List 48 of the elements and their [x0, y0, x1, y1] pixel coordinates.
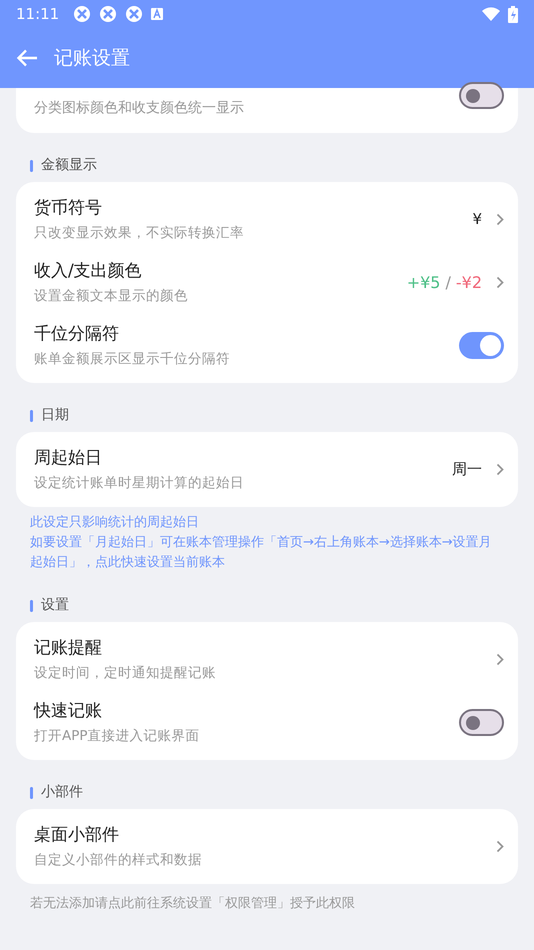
separator-text: / — [445, 272, 451, 294]
toggle-switch[interactable] — [459, 82, 504, 109]
setting-title: 桌面小部件 — [34, 824, 120, 846]
footer-note: 若无法添加请点此前往系统设置「权限管理」授予此权限 — [29, 895, 356, 913]
setting-title: 周起始日 — [34, 447, 103, 469]
setting-description: 设置金额文本显示的颜色 — [34, 287, 189, 305]
info-note: 此设定只影响统计的周起始日 — [30, 514, 200, 532]
setting-description: 设定统计账单时星期计算的起始日 — [34, 474, 245, 492]
page-title: 记账设置 — [54, 46, 130, 71]
setting-description: 自定义小部件的样式和数据 — [34, 851, 203, 869]
app-notification-icon — [73, 5, 92, 23]
setting-title: 千位分隔符 — [34, 323, 120, 345]
setting-description: 打开APP直接进入记账界面 — [34, 727, 201, 745]
app-notification-icon — [99, 5, 118, 23]
section-title: 小部件 — [41, 783, 83, 802]
toggle-switch[interactable] — [459, 709, 504, 736]
setting-description: 账单金额展示区显示千位分隔符 — [34, 350, 231, 368]
setting-title: 快速记账 — [34, 700, 103, 722]
expense-sample: -¥2 — [456, 272, 482, 294]
section-title: 金额显示 — [41, 156, 97, 175]
wifi-icon — [482, 7, 500, 21]
back-arrow-icon[interactable] — [16, 49, 38, 67]
section-marker — [30, 410, 33, 422]
chevron-right-icon — [496, 653, 504, 666]
section-marker — [30, 600, 33, 612]
setting-value: 周一 — [452, 459, 482, 480]
section-title: 设置 — [41, 596, 69, 615]
toggle-switch[interactable] — [459, 332, 504, 359]
income-sample: +¥5 — [406, 272, 440, 294]
chevron-right-icon — [496, 463, 504, 476]
battery-charging-icon — [508, 6, 518, 22]
chevron-right-icon — [496, 213, 504, 226]
keyboard-notification-icon — [151, 8, 164, 20]
setting-description: 只改变显示效果，不实际转换汇率 — [34, 224, 245, 242]
setting-value: ¥ — [472, 209, 482, 230]
status-time: 11:11 — [16, 4, 60, 25]
chevron-right-icon — [496, 840, 504, 853]
setting-title: 记账提醒 — [34, 637, 103, 659]
section-marker — [30, 160, 33, 172]
info-note: 如要设置「月起始日」可在账本管理操作「首页→右上角账本→选择账本→设置月起始日」，点此快速设置当前账本 — [30, 534, 493, 572]
chevron-right-icon — [496, 276, 504, 289]
section-marker — [30, 786, 33, 798]
app-notification-icon — [125, 5, 144, 23]
setting-title: 货币符号 — [34, 197, 103, 219]
setting-description: 分类图标颜色和收支颜色统一显示 — [34, 99, 245, 118]
section-title: 日期 — [41, 406, 69, 425]
setting-description: 设定时间，定时通知提醒记账 — [34, 664, 217, 682]
setting-title: 收入/支出颜色 — [34, 260, 143, 282]
